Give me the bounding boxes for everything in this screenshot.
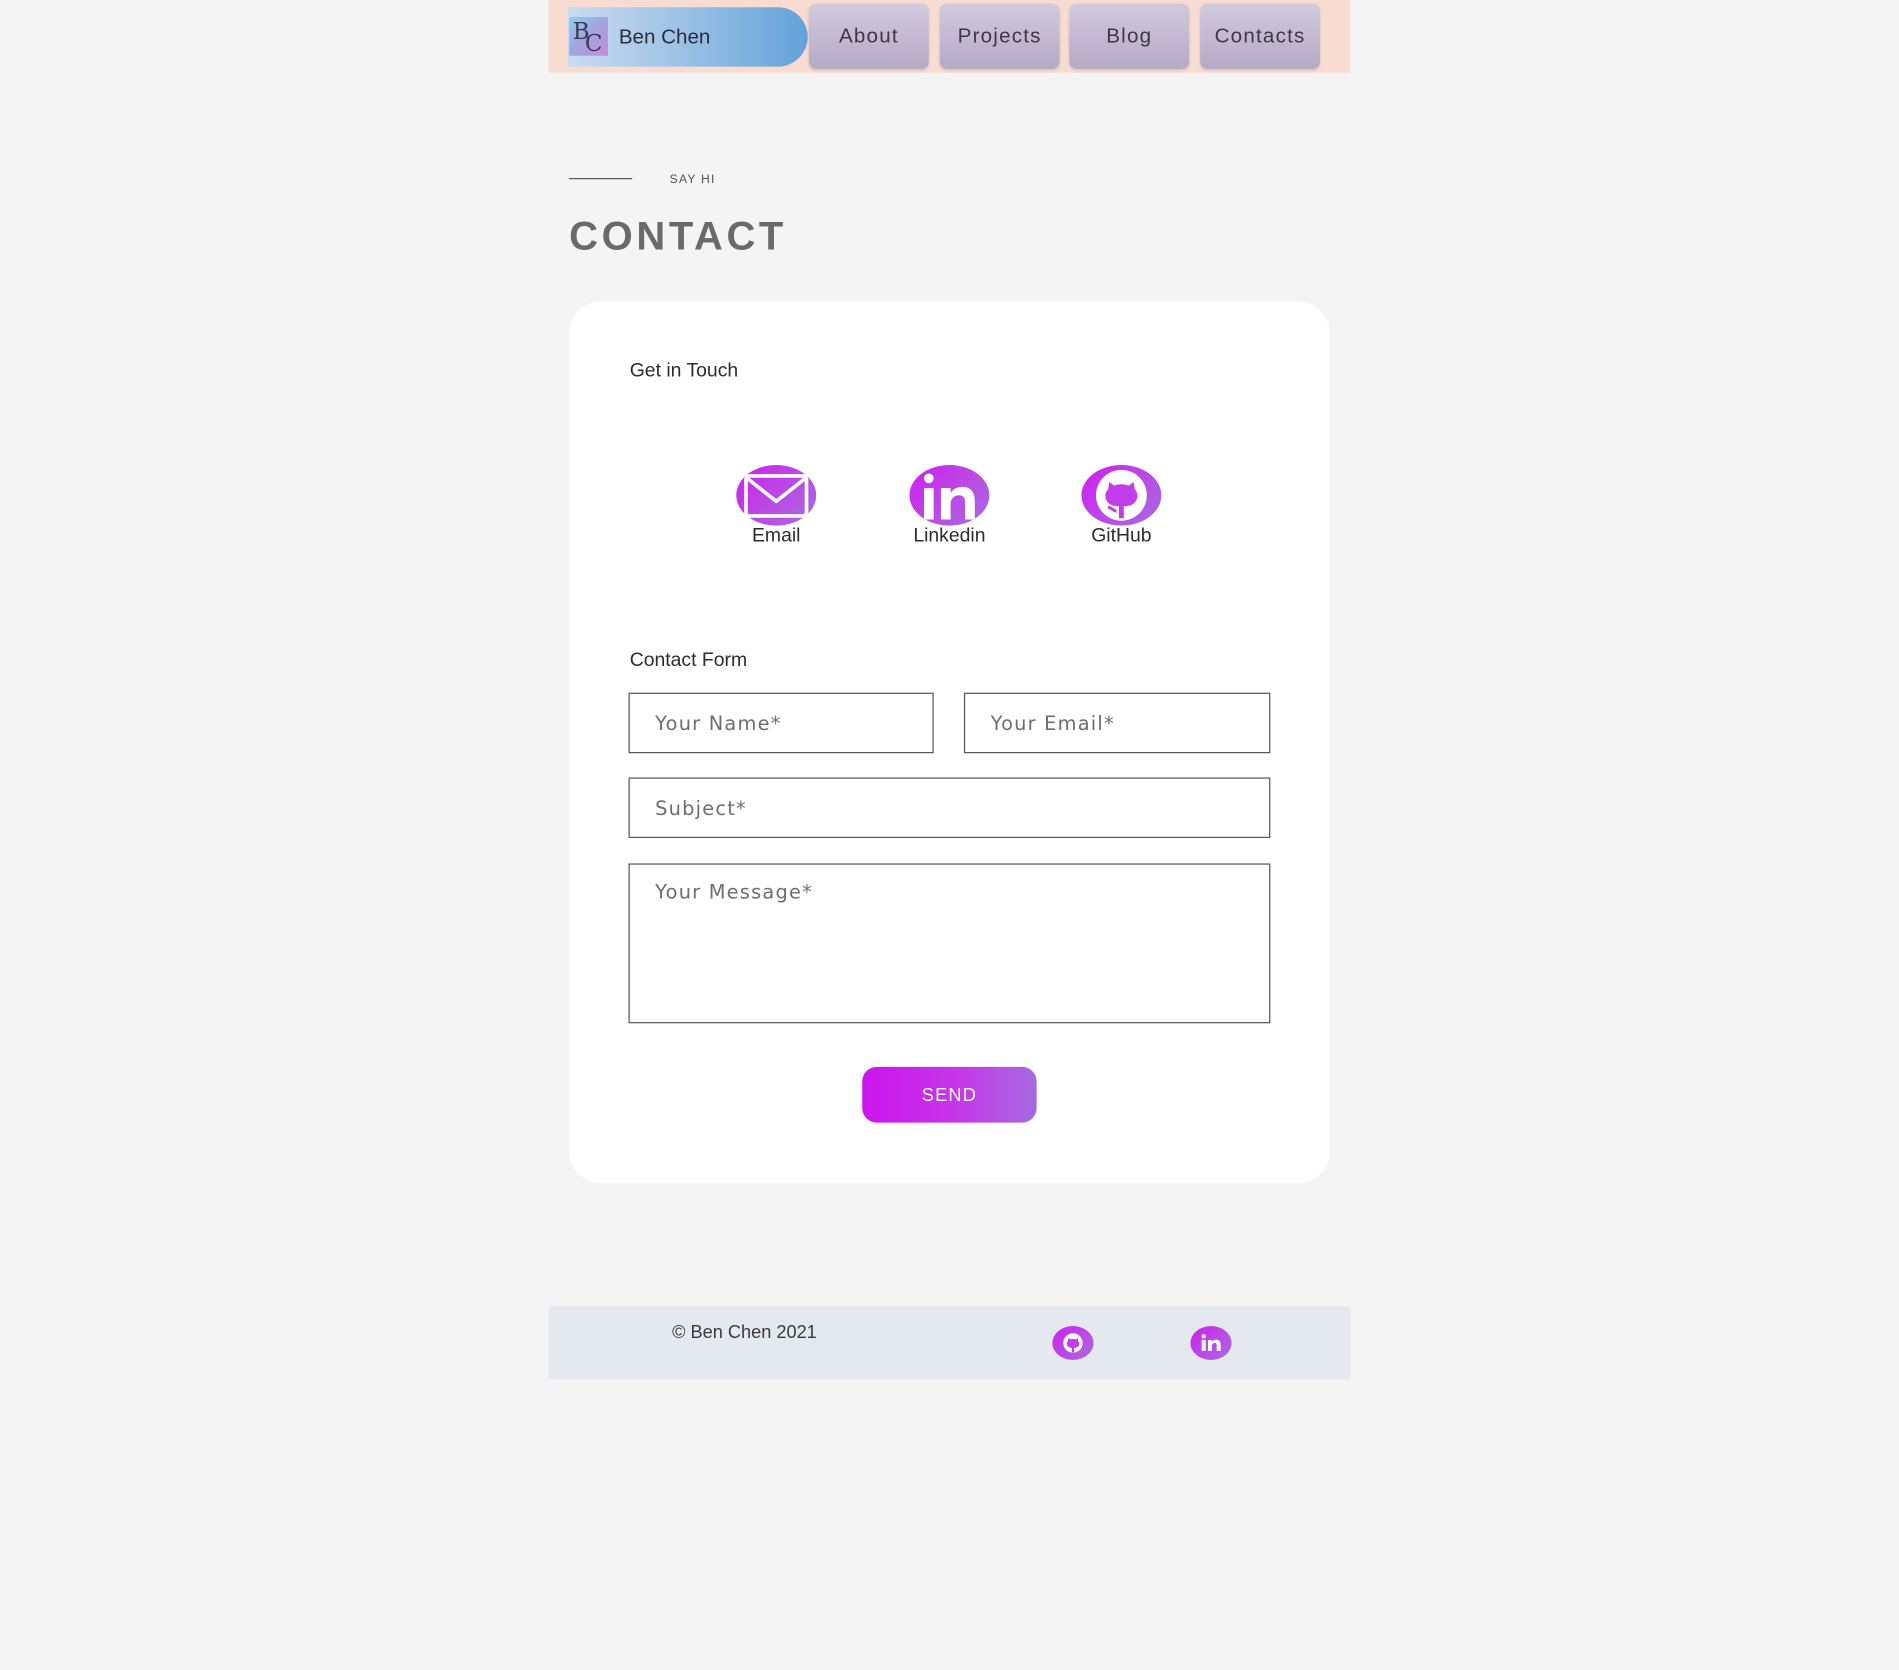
- name-field[interactable]: [628, 692, 934, 754]
- nav-projects-button[interactable]: Projects: [939, 3, 1060, 70]
- page-title: CONTACT: [569, 213, 787, 258]
- email-field[interactable]: [963, 692, 1271, 754]
- github-label: GitHub: [1091, 525, 1152, 547]
- message-field[interactable]: [628, 863, 1271, 1024]
- github-icon[interactable]: [1052, 1326, 1094, 1360]
- nav-blog-button[interactable]: Blog: [1069, 3, 1190, 70]
- brand-home-link[interactable]: B C Ben Chen: [567, 7, 808, 67]
- copyright-text: © Ben Chen 2021: [672, 1322, 817, 1343]
- get-in-touch-heading: Get in Touch: [629, 360, 739, 382]
- linkedin-label: Linkedin: [913, 525, 986, 547]
- github-icon: [1081, 465, 1162, 526]
- linkedin-icon: [909, 465, 990, 526]
- nav-about-button[interactable]: About: [808, 3, 929, 70]
- section-eyebrow: SAY HI: [669, 173, 716, 187]
- eyebrow-divider: [569, 178, 633, 180]
- subject-field[interactable]: [628, 777, 1271, 839]
- logo-letter-c: C: [584, 30, 603, 57]
- send-button[interactable]: SEND: [862, 1066, 1037, 1123]
- envelope-icon: [736, 465, 817, 526]
- contact-card: Get in Touch Email Linkedin GitHub Conta…: [569, 301, 1330, 1184]
- nav-contacts-button[interactable]: Contacts: [1200, 3, 1320, 70]
- top-navbar: B C Ben Chen About Projects Blog Contact…: [548, 0, 1351, 73]
- email-label: Email: [752, 525, 801, 547]
- brand-name: Ben Chen: [618, 25, 711, 49]
- brand-logo: B C: [569, 16, 608, 57]
- linkedin-icon[interactable]: [1190, 1326, 1232, 1360]
- page: B C Ben Chen About Projects Blog Contact…: [0, 0, 1899, 1670]
- footer: © Ben Chen 2021: [548, 1306, 1351, 1380]
- contact-form-heading: Contact Form: [629, 650, 748, 671]
